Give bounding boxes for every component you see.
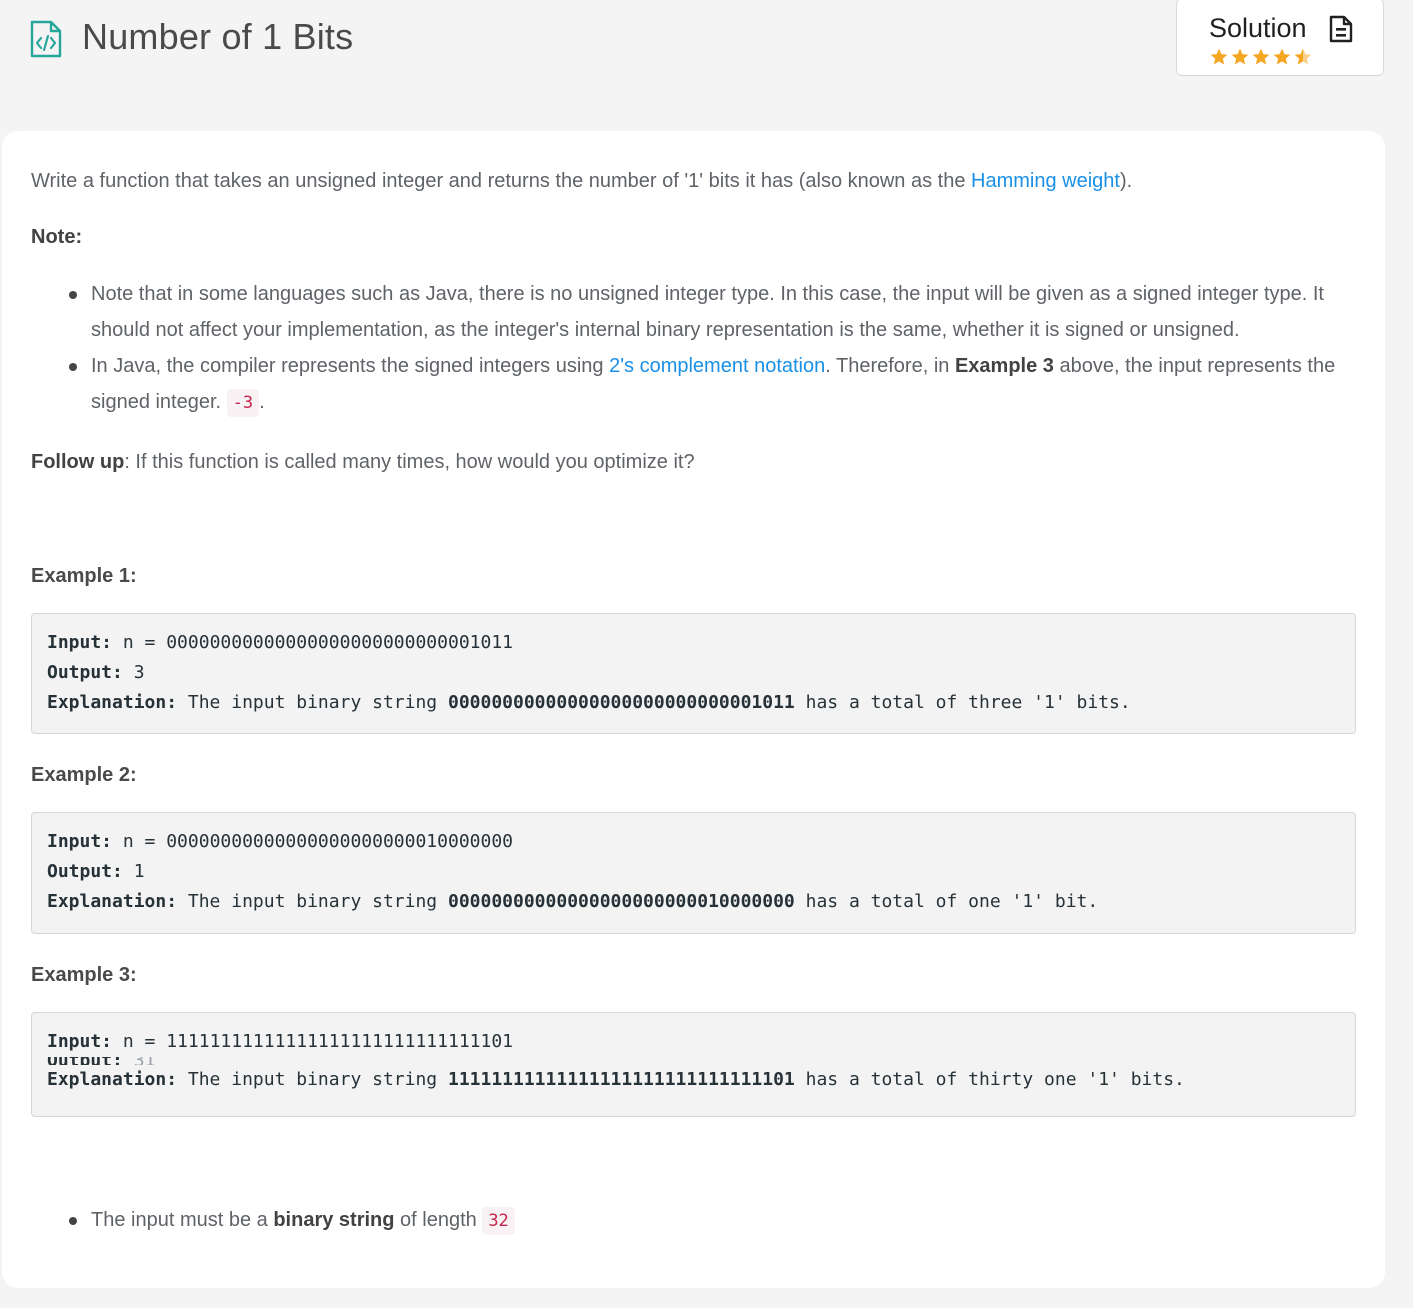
- explanation-label: Explanation:: [47, 891, 178, 912]
- example-3-title: Example 3:: [31, 964, 137, 986]
- star-icon: [1252, 48, 1270, 65]
- output-label: Output:: [47, 861, 123, 882]
- example-1-block: Input: n = 00000000000000000000000000001…: [31, 613, 1356, 734]
- note-item-text: . Therefore, in: [825, 355, 955, 377]
- problem-header: Number of 1 Bits Solution: [0, 0, 1413, 110]
- explanation-text: has a total of thirty one '1' bits.: [794, 1069, 1185, 1090]
- explanation-text: The input binary string: [177, 891, 448, 912]
- explanation-text: The input binary string: [177, 692, 448, 713]
- half-star-icon: [1294, 48, 1312, 65]
- output-value: 1: [122, 861, 145, 882]
- binary-string: 00000000000000000000000010000000: [447, 891, 795, 912]
- input-label: Input:: [47, 632, 113, 653]
- problem-description: Write a function that takes an unsigned …: [31, 163, 1132, 199]
- output-label: Output:: [47, 662, 123, 683]
- inline-code: -3: [226, 389, 260, 417]
- input-value: n = 11111111111111111111111111111101: [112, 1031, 513, 1052]
- constraint-text: of length: [394, 1209, 483, 1231]
- description-text: Write a function that takes an unsigned …: [31, 170, 972, 192]
- example-3-reference: Example 3: [954, 355, 1054, 377]
- page-title: Number of 1 Bits: [82, 16, 354, 57]
- input-value: n = 00000000000000000000000010000000: [112, 831, 513, 852]
- solution-label: Solution: [1209, 13, 1307, 43]
- star-icon: [1231, 48, 1249, 65]
- explanation-text: has a total of one '1' bit.: [794, 891, 1099, 912]
- constraint-item: The input must be a binary string of len…: [69, 1202, 515, 1239]
- example-2-title: Example 2:: [31, 764, 137, 786]
- input-label: Input:: [47, 831, 113, 852]
- output-value: 3: [122, 662, 145, 683]
- explanation-text: The input binary string: [177, 1069, 448, 1090]
- twos-complement-link[interactable]: 2's complement notation: [609, 355, 825, 377]
- explanation-label: Explanation:: [47, 692, 178, 713]
- note-label: Note:: [31, 219, 82, 255]
- constraints-list: The input must be a binary string of len…: [31, 1202, 515, 1239]
- output-label: Output:: [47, 1057, 123, 1065]
- output-value: 31: [123, 1057, 156, 1065]
- input-value: n = 00000000000000000000000000001011: [112, 632, 513, 653]
- note-item-text: Note that in some languages such as Java…: [91, 283, 1324, 341]
- follow-up-text: : If this function is called many times,…: [124, 451, 695, 473]
- note-list: Note that in some languages such as Java…: [31, 276, 1361, 421]
- binary-string: 11111111111111111111111111111101: [447, 1069, 795, 1090]
- example-1-title: Example 1:: [31, 565, 137, 587]
- star-icon: [1273, 48, 1291, 65]
- output-line-clipped: Output: 31: [47, 1057, 1340, 1065]
- inline-code: 32: [482, 1207, 515, 1235]
- hamming-weight-link[interactable]: Hamming weight: [971, 170, 1120, 192]
- input-label: Input:: [47, 1031, 113, 1052]
- note-item-text: In Java, the compiler represents the sig…: [91, 355, 610, 377]
- constraint-bold: binary string: [273, 1209, 395, 1231]
- document-icon: [1329, 15, 1353, 43]
- example-3-block: Input: n = 11111111111111111111111111111…: [31, 1012, 1356, 1117]
- binary-string: 00000000000000000000000000001011: [447, 692, 795, 713]
- explanation-label: Explanation:: [47, 1069, 178, 1090]
- star-icon: [1210, 48, 1228, 65]
- note-item-unsigned: Note that in some languages such as Java…: [69, 276, 1361, 348]
- constraint-text: The input must be a: [91, 1209, 274, 1231]
- solution-button[interactable]: Solution: [1176, 0, 1384, 76]
- code-file-icon: [30, 20, 62, 58]
- rating-stars: [1209, 47, 1313, 67]
- explanation-text: has a total of three '1' bits.: [794, 692, 1131, 713]
- description-text-end: ).: [1119, 170, 1133, 192]
- follow-up: Follow up: If this function is called ma…: [31, 444, 695, 480]
- note-item-twos-complement: In Java, the compiler represents the sig…: [69, 348, 1361, 421]
- problem-card: Write a function that takes an unsigned …: [2, 131, 1385, 1288]
- example-2-block: Input: n = 00000000000000000000000010000…: [31, 812, 1356, 934]
- follow-up-label: Follow up: [31, 451, 125, 473]
- note-item-text: .: [259, 391, 265, 413]
- note-label-text: Note:: [31, 226, 83, 248]
